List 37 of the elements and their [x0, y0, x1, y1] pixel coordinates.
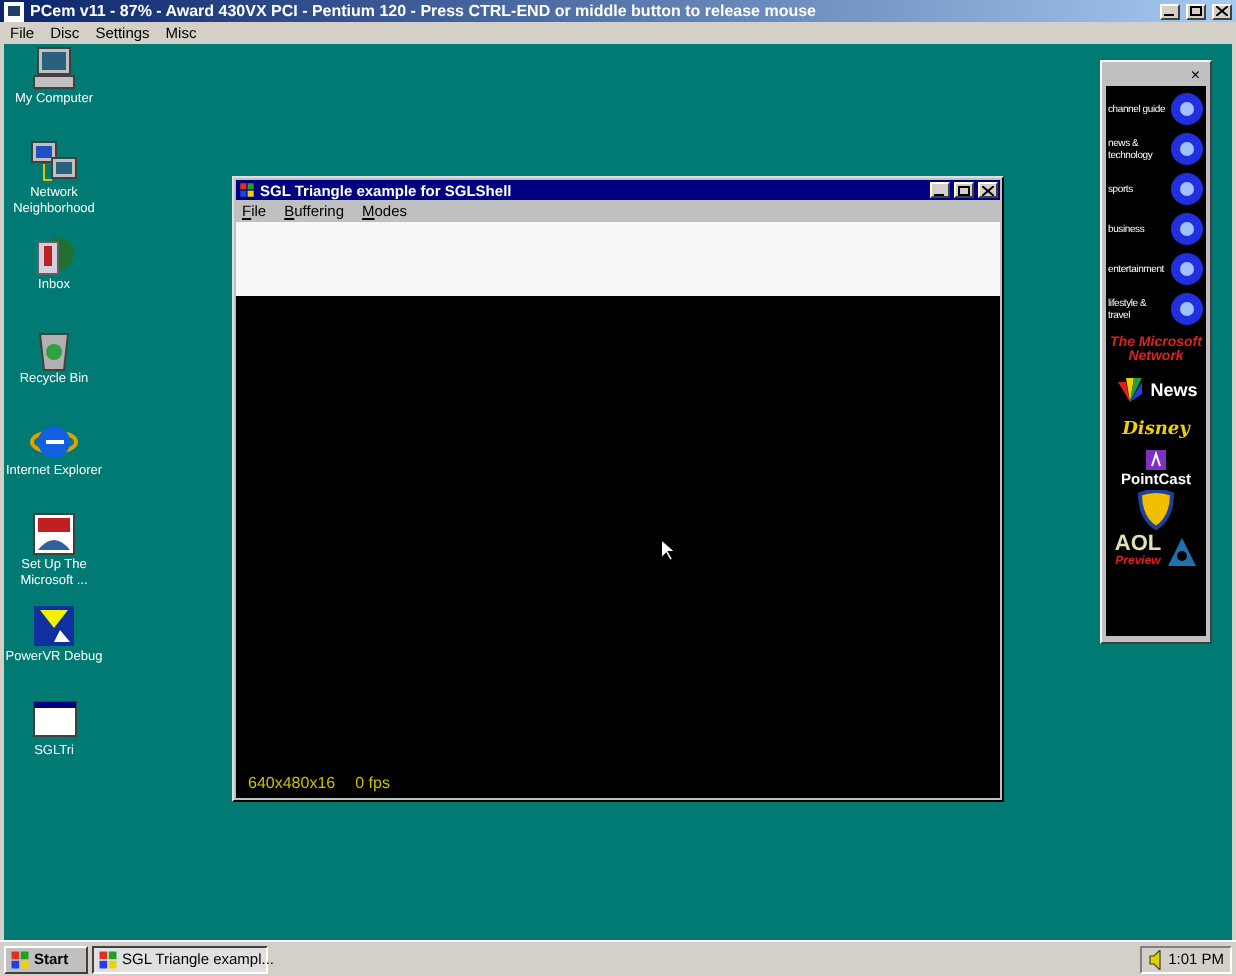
- minimize-button[interactable]: [930, 182, 950, 198]
- msn-icon[interactable]: [28, 509, 80, 557]
- maximize-icon: [1190, 6, 1202, 16]
- disc-icon[interactable]: [1170, 252, 1204, 286]
- network-icon[interactable]: [28, 137, 80, 185]
- aol-logo[interactable]: AOL: [1114, 534, 1162, 556]
- app-icon: [238, 182, 256, 198]
- close-icon: [1216, 6, 1228, 16]
- computer-icon[interactable]: [28, 44, 80, 92]
- close-button[interactable]: ×: [1184, 66, 1206, 84]
- disc-icon[interactable]: [1170, 172, 1204, 206]
- app-icon: [4, 1, 24, 21]
- disc-icon[interactable]: [1170, 212, 1204, 246]
- close-button[interactable]: [1212, 3, 1232, 19]
- fps-text: 0 fps: [355, 774, 390, 792]
- disc-icon[interactable]: [1170, 132, 1204, 166]
- pointcast-icon: [1146, 450, 1166, 470]
- close-icon: [982, 185, 994, 195]
- disney-logo[interactable]: Disney: [1122, 419, 1190, 439]
- app-icon: [98, 949, 118, 969]
- news-logo[interactable]: News: [1150, 379, 1198, 399]
- minimize-button[interactable]: [1160, 3, 1180, 19]
- app-icon[interactable]: [28, 695, 80, 743]
- maximize-button[interactable]: [954, 182, 974, 198]
- maximize-button[interactable]: [1186, 3, 1206, 19]
- mode-text: 640x480x16: [248, 774, 336, 792]
- disc-icon[interactable]: [1170, 292, 1204, 326]
- peacock-icon: [1114, 373, 1147, 405]
- window-title: PCem v11 - 87% - Award 430VX PCI - Pentium 120 - Press CTRL-END or middle button to release mouse: [30, 2, 819, 20]
- maximize-icon: [958, 185, 970, 195]
- cursor-icon: [660, 538, 676, 562]
- shield-icon[interactable]: [1138, 490, 1174, 530]
- close-button[interactable]: [978, 182, 998, 198]
- disc-icon[interactable]: [1170, 92, 1204, 126]
- triangle-icon: [1165, 535, 1198, 567]
- windows-flag-icon: [10, 949, 30, 969]
- powervr-icon[interactable]: [28, 602, 80, 650]
